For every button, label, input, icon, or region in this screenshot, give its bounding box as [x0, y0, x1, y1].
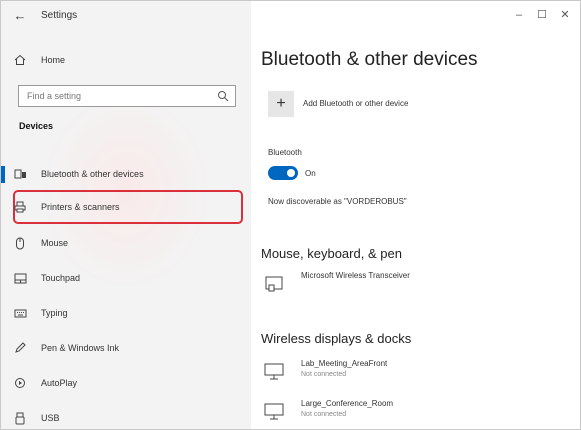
sidebar-item-pen[interactable]: Pen & Windows Ink [13, 335, 241, 361]
mouse-device-name[interactable]: Microsoft Wireless Transceiver [301, 271, 410, 280]
mouse-section-title: Mouse, keyboard, & pen [261, 246, 402, 261]
display-name[interactable]: Large_Conference_Room [301, 399, 393, 408]
plus-icon: + [276, 95, 286, 112]
search-input[interactable]: Find a setting [18, 85, 236, 107]
wireless-section-title: Wireless displays & docks [261, 331, 412, 346]
printer-icon [13, 200, 27, 214]
sidebar-item-bluetooth[interactable]: Bluetooth & other devices [13, 161, 241, 187]
toggle-state: On [305, 169, 316, 178]
bluetooth-label: Bluetooth [268, 148, 302, 157]
add-device-label[interactable]: Add Bluetooth or other device [303, 99, 408, 108]
sidebar-item-label: AutoPlay [41, 378, 78, 388]
sidebar-item-printers[interactable]: Printers & scanners [13, 194, 241, 220]
display-name[interactable]: Lab_Meeting_AreaFront [301, 359, 387, 368]
page-title: Bluetooth & other devices [261, 49, 478, 70]
autoplay-icon [13, 376, 27, 390]
pen-icon [13, 341, 27, 355]
sidebar-item-usb[interactable]: USB [13, 405, 241, 429]
sidebar-item-touchpad[interactable]: Touchpad [13, 265, 241, 291]
sidebar-item-label: Pen & Windows Ink [41, 343, 120, 353]
search-placeholder: Find a setting [27, 91, 82, 101]
settings-window: Home Find a setting Devices Bluetooth & … [0, 0, 581, 430]
sidebar-item-label: Touchpad [41, 273, 81, 283]
sidebar-item-home[interactable]: Home [13, 47, 241, 73]
search-icon [217, 89, 229, 107]
home-icon [13, 53, 27, 67]
mouse-icon [13, 236, 27, 250]
sidebar-section-title: Devices [19, 121, 54, 131]
display-icon [264, 403, 284, 420]
sidebar-item-mouse[interactable]: Mouse [13, 230, 241, 256]
bluetooth-toggle[interactable] [268, 166, 298, 180]
keyboard-icon [13, 306, 27, 320]
sidebar-item-label: Mouse [41, 238, 69, 248]
sidebar: Home Find a setting Devices Bluetooth & … [1, 1, 251, 429]
app-title: Settings [41, 10, 78, 21]
discoverable-text: Now discoverable as "VORDEROBUS" [268, 197, 407, 206]
selected-indicator [1, 166, 5, 183]
main-content: Bluetooth & other devices + Add Bluetoot… [251, 1, 580, 429]
sidebar-item-typing[interactable]: Typing [13, 300, 241, 326]
sidebar-item-label: Bluetooth & other devices [41, 169, 144, 179]
display-status: Not connected [301, 411, 347, 418]
sidebar-item-autoplay[interactable]: AutoPlay [13, 370, 241, 396]
sidebar-item-label: Printers & scanners [41, 202, 120, 212]
sidebar-item-label: Home [41, 55, 66, 65]
display-icon [264, 363, 284, 380]
sidebar-item-label: Typing [41, 308, 68, 318]
usb-icon [13, 411, 27, 425]
back-arrow-icon[interactable]: ← [11, 7, 29, 25]
toggle-knob [287, 169, 295, 177]
transceiver-icon [265, 276, 283, 292]
sidebar-item-label: USB [41, 413, 60, 423]
bluetooth-devices-icon [13, 167, 27, 181]
display-status: Not connected [301, 371, 347, 378]
add-device-button[interactable]: + [268, 91, 294, 117]
touchpad-icon [13, 271, 27, 285]
